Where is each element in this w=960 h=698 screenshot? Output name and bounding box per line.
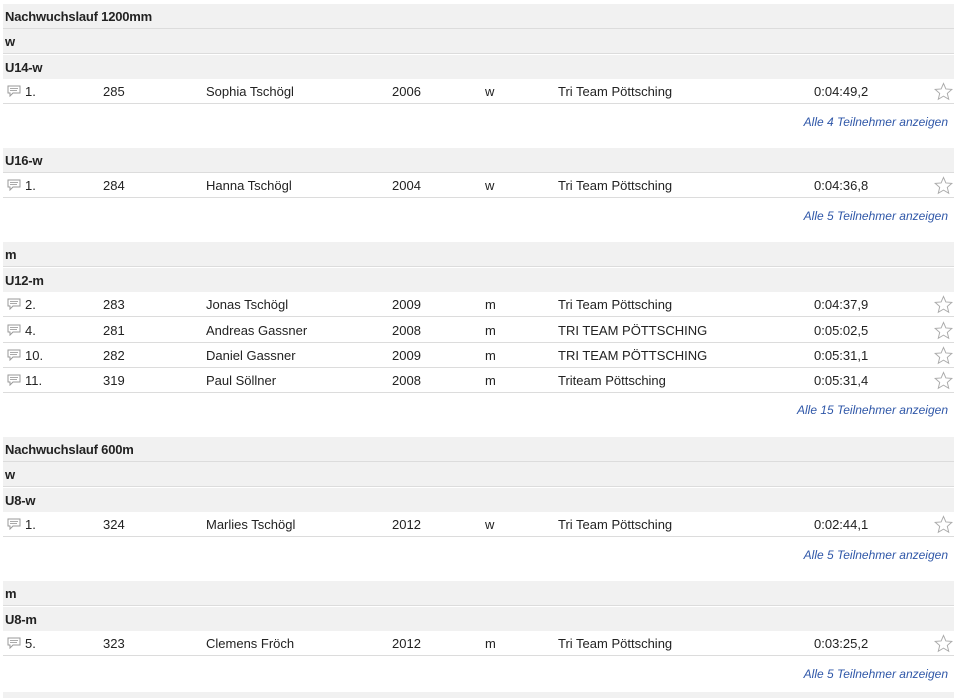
rank: 2. [25,297,36,312]
gender-header: w [3,462,954,487]
star-icon[interactable] [934,82,953,101]
athlete-name: Marlies Tschögl [206,517,296,532]
show-all-link[interactable]: Alle 5 Teilnehmer anzeigen [548,545,948,565]
result-row: 10. 282 Daniel Gassner 2009 m TRI TEAM P… [3,343,954,368]
athlete-name: Paul Söllner [206,373,277,388]
show-all-link[interactable]: Alle 4 Teilnehmer anzeigen [548,112,948,132]
finish-time: 0:03:25,2 [814,636,869,651]
result-row: 1. 284 Hanna Tschögl 2004 w Tri Team Pöt… [3,173,954,198]
bib-number: 281 [103,323,125,338]
finish-time: 0:05:31,4 [814,373,869,388]
class-header: U14-w [3,55,954,80]
class-header: U16-w [3,148,954,173]
birth-year: 2012 [392,636,421,651]
star-icon[interactable] [934,176,953,195]
rank: 11. [25,373,43,388]
birth-year: 2008 [392,373,421,388]
star-icon[interactable] [934,321,953,340]
comment-icon[interactable] [7,298,21,310]
birth-year: 2009 [392,297,421,312]
finish-time: 0:05:02,5 [814,323,869,338]
gender-header: m [3,581,954,606]
rank: 10. [25,348,44,363]
comment-icon[interactable] [7,85,21,97]
bib-number: 282 [103,348,125,363]
star-icon[interactable] [934,515,953,534]
star-icon[interactable] [934,346,953,365]
sex: m [485,636,496,651]
finish-time: 0:04:36,8 [814,178,869,193]
event-header: Nachwuchslauf 1200mm [3,4,954,29]
gender-header: m [3,242,954,267]
birth-year: 2004 [392,178,421,193]
class-header: U8-m [3,607,954,632]
sex: m [485,323,496,338]
show-all-link[interactable]: Alle 5 Teilnehmer anzeigen [548,206,948,226]
club: Tri Team Pöttsching [558,297,673,312]
bib-number: 323 [103,636,125,651]
finish-time: 0:04:49,2 [814,84,869,99]
sex: w [485,517,495,532]
bib-number: 284 [103,178,125,193]
class-header: U12-m [3,268,954,293]
star-icon[interactable] [934,295,953,314]
star-icon[interactable] [934,634,953,653]
comment-icon[interactable] [7,179,21,191]
comment-icon[interactable] [7,349,21,361]
bib-number: 319 [103,373,125,388]
star-icon[interactable] [934,371,953,390]
athlete-name: Sophia Tschögl [206,84,294,99]
rank: 1. [25,84,36,99]
comment-icon[interactable] [7,374,21,386]
athlete-name: Jonas Tschögl [206,297,289,312]
result-row: 2. 283 Jonas Tschögl 2009 m Tri Team Pöt… [3,292,954,317]
gender-header: w [3,29,954,54]
bib-number: 285 [103,84,125,99]
sex: m [485,348,496,363]
show-all-link[interactable]: Alle 5 Teilnehmer anzeigen [548,664,948,684]
rank: 5. [25,636,36,651]
result-row: 5. 323 Clemens Fröch 2012 m Tri Team Pöt… [3,631,954,656]
result-row: 11. 319 Paul Söllner 2008 m Triteam Pött… [3,368,954,393]
athlete-name: Clemens Fröch [206,636,295,651]
bib-number: 283 [103,297,125,312]
comment-icon[interactable] [7,518,21,530]
result-row: 1. 285 Sophia Tschögl 2006 w Tri Team Pö… [3,79,954,104]
bib-number: 324 [103,517,125,532]
sex: m [485,373,496,388]
athlete-name: Hanna Tschögl [206,178,292,193]
finish-time: 0:04:37,9 [814,297,869,312]
divider [3,692,954,698]
sex: w [485,84,495,99]
show-all-link[interactable]: Alle 15 Teilnehmer anzeigen [548,400,948,420]
comment-icon[interactable] [7,637,21,649]
club: TRI TEAM PÖTTSCHING [558,348,708,363]
event-header: Nachwuchslauf 600m [3,437,954,462]
athlete-name: Daniel Gassner [206,348,296,363]
birth-year: 2006 [392,84,421,99]
club: Tri Team Pöttsching [558,636,673,651]
class-header: U8-w [3,488,954,513]
result-row: 4. 281 Andreas Gassner 2008 m TRI TEAM P… [3,318,954,343]
birth-year: 2008 [392,323,421,338]
rank: 4. [25,323,36,338]
rank: 1. [25,517,36,532]
finish-time: 0:02:44,1 [814,517,869,532]
results-list: Nachwuchslauf 1200mm w U14-w 1. 285 Soph… [0,0,960,698]
club: TRI TEAM PÖTTSCHING [558,323,708,338]
sex: m [485,297,496,312]
athlete-name: Andreas Gassner [206,323,308,338]
sex: w [485,178,495,193]
club: Tri Team Pöttsching [558,517,673,532]
club: Tri Team Pöttsching [558,84,673,99]
club: Tri Team Pöttsching [558,178,673,193]
club: Triteam Pöttsching [558,373,666,388]
rank: 1. [25,178,36,193]
birth-year: 2009 [392,348,421,363]
birth-year: 2012 [392,517,421,532]
comment-icon[interactable] [7,324,21,336]
result-row: 1. 324 Marlies Tschögl 2012 w Tri Team P… [3,512,954,537]
finish-time: 0:05:31,1 [814,348,869,363]
